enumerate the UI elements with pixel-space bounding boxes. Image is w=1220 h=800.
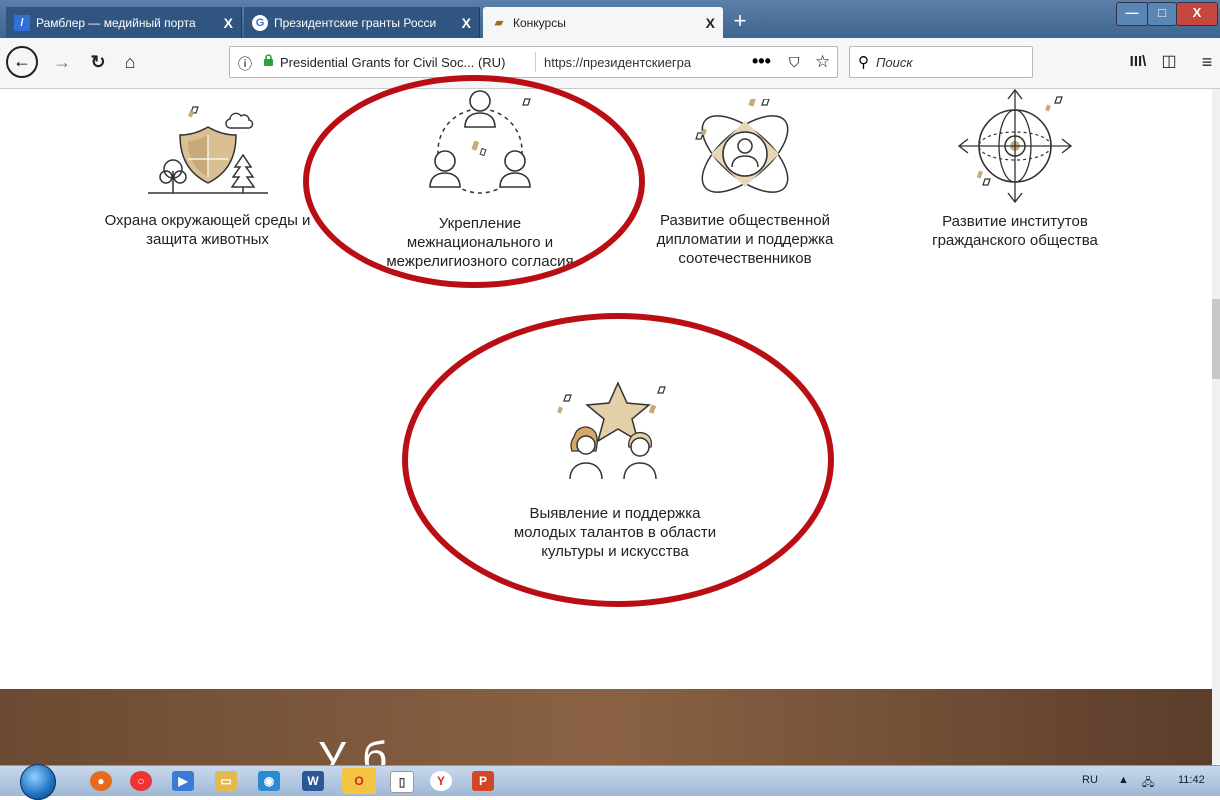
close-tab-icon[interactable]: X	[224, 15, 233, 31]
bookmark-star-icon[interactable]: ☆	[815, 52, 830, 72]
tab-konkursy[interactable]: ▰ Конкурсы X	[483, 7, 723, 38]
address-bar[interactable]: ⓘ Presidential Grants for Civil Soc... (…	[229, 46, 838, 78]
maximize-button[interactable]: □	[1147, 2, 1177, 26]
card-label: Развитие институтов гражданского обществ…	[932, 213, 1098, 249]
pocket-icon[interactable]: ⛉	[789, 54, 800, 71]
card-civil-society[interactable]: Развитие институтов гражданского обществ…	[915, 89, 1115, 250]
highlight-ellipse	[303, 75, 645, 288]
site-identity[interactable]: Presidential Grants for Civil Soc... (RU…	[280, 55, 505, 70]
card-environment[interactable]: Охрана окружающей среды и защита животны…	[100, 99, 315, 249]
yandex-taskbar-icon[interactable]: Y	[430, 771, 452, 791]
rambler-favicon-icon: /	[14, 14, 30, 31]
tab-title: Рамблер — медийный порта	[36, 15, 196, 30]
menu-icon[interactable]: ≡	[1193, 48, 1220, 76]
globe-compass-icon	[957, 89, 1073, 204]
new-tab-button[interactable]: +	[726, 8, 754, 36]
back-button[interactable]: ←	[6, 46, 38, 78]
card-label: Охрана окружающей среды и защита животны…	[104, 212, 311, 248]
tab-title: Конкурсы	[513, 15, 566, 30]
google-favicon-icon: G	[252, 14, 268, 31]
tray-arrow-icon[interactable]: ▲	[1118, 774, 1129, 786]
url-text[interactable]: https://президентскиегра	[544, 55, 734, 70]
chrome-taskbar-icon[interactable]: ○	[130, 771, 152, 791]
info-icon[interactable]: ⓘ	[238, 54, 252, 74]
word-taskbar-icon[interactable]: W	[302, 771, 324, 791]
navigation-toolbar: ← → ↻ ⌂ ⓘ Presidential Grants for Civil …	[0, 38, 1220, 89]
powerpoint-taskbar-icon[interactable]: P	[472, 771, 494, 791]
scrollbar-thumb[interactable]	[1212, 299, 1220, 379]
clock[interactable]: 11:42	[1178, 774, 1205, 786]
close-tab-icon[interactable]: X	[706, 15, 715, 31]
shield-tree-icon	[147, 106, 268, 194]
document-taskbar-icon[interactable]: ▯	[390, 771, 414, 793]
page-content: Охрана окружающей среды и защита животны…	[0, 75, 1212, 689]
search-box[interactable]: ⚲ Поиск	[849, 46, 1033, 78]
minimize-button[interactable]: —	[1116, 2, 1148, 26]
page-scrollbar[interactable]	[1212, 89, 1220, 764]
opera-taskbar-icon[interactable]: O	[342, 768, 376, 794]
sidebar-icon[interactable]: ◫	[1155, 48, 1183, 76]
windows-taskbar: ● ○ ▶ ▭ ◉ W O ▯ Y P RU ▲ 🖧 11:42	[0, 764, 1220, 800]
tab-presidential-grants[interactable]: G Президентские гранты Росси X	[244, 7, 480, 38]
hero-banner: У б	[0, 689, 1212, 765]
highlight-ellipse	[402, 313, 834, 607]
search-placeholder: Поиск	[876, 55, 913, 70]
home-button[interactable]: ⌂	[116, 48, 144, 76]
card-label: Развитие общественной дипломатии и подде…	[656, 212, 834, 267]
person-orbit-icon	[695, 99, 789, 193]
tab-bar: / Рамблер — медийный порта X G Президент…	[0, 0, 1220, 38]
tab-rambler[interactable]: / Рамблер — медийный порта X	[6, 7, 242, 38]
firefox-taskbar-icon[interactable]: ●	[90, 771, 112, 791]
search-icon: ⚲	[858, 54, 869, 71]
lock-icon	[264, 54, 273, 66]
language-indicator[interactable]: RU	[1082, 774, 1098, 786]
close-window-button[interactable]: X	[1176, 2, 1218, 26]
library-icon[interactable]: III\	[1124, 48, 1152, 76]
banner-text: У б	[318, 733, 390, 765]
app-taskbar-icon[interactable]: ◉	[258, 771, 280, 791]
page-actions-icon[interactable]: •••	[752, 51, 771, 72]
konkursy-favicon-icon: ▰	[494, 17, 504, 29]
media-player-taskbar-icon[interactable]: ▶	[172, 771, 194, 791]
card-diplomacy[interactable]: Развитие общественной дипломатии и подде…	[640, 99, 850, 268]
explorer-taskbar-icon[interactable]: ▭	[215, 771, 237, 791]
reload-button[interactable]: ↻	[84, 48, 112, 76]
tab-title: Президентские гранты Росси	[274, 15, 437, 30]
network-icon[interactable]: 🖧	[1142, 774, 1154, 793]
url-separator	[535, 52, 536, 72]
close-tab-icon[interactable]: X	[462, 15, 471, 31]
forward-button[interactable]: →	[48, 48, 76, 76]
